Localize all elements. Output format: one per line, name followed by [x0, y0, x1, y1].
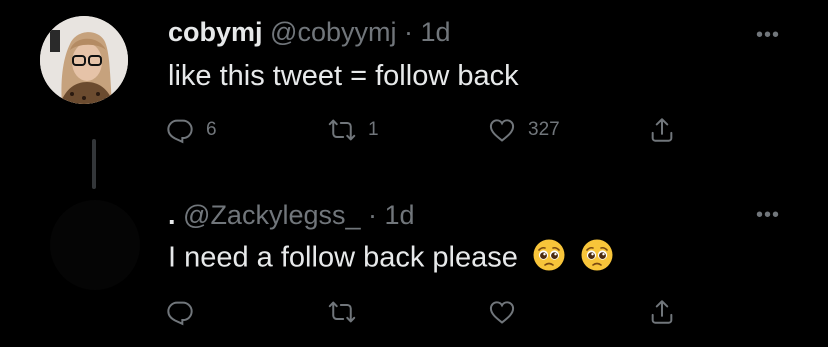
retweet-icon	[328, 301, 356, 323]
share-icon	[651, 300, 673, 324]
handle[interactable]: @Zackylegss_	[183, 200, 360, 230]
reply-button[interactable]	[166, 296, 194, 328]
tweet-text: I need a follow back please	[168, 241, 518, 274]
share-button[interactable]	[648, 114, 676, 146]
heart-icon	[489, 119, 515, 142]
action-bar	[166, 296, 686, 328]
thread-line	[92, 139, 96, 189]
like-count: 327	[528, 119, 560, 140]
tweet[interactable]: cobymj @cobyymj · 1d ••• like this tweet…	[0, 0, 828, 190]
reply-button[interactable]: 6	[166, 114, 217, 146]
tweet-header: . @Zackylegss_ · 1d	[168, 200, 415, 231]
tweet-header: cobymj @cobyymj · 1d	[168, 17, 451, 48]
reply-icon	[167, 119, 193, 144]
more-icon[interactable]: •••	[756, 204, 780, 227]
retweet-button[interactable]: 1	[328, 114, 379, 146]
display-name[interactable]: .	[168, 200, 176, 230]
action-bar: 6 1 327	[166, 114, 686, 146]
avatar[interactable]	[40, 16, 128, 104]
tweet-text-row: I need a follow back please	[168, 238, 614, 280]
avatar[interactable]	[50, 200, 140, 290]
share-button[interactable]	[648, 296, 676, 328]
like-button[interactable]	[488, 296, 516, 328]
retweet-icon	[328, 119, 356, 141]
heart-icon	[489, 301, 515, 324]
display-name[interactable]: cobymj	[168, 17, 263, 47]
pleading-face-emoji	[580, 238, 614, 280]
separator: ·	[368, 200, 378, 230]
reply-icon	[167, 301, 193, 326]
share-icon	[651, 118, 673, 142]
timestamp[interactable]: 1d	[421, 17, 451, 47]
handle[interactable]: @cobyymj	[270, 17, 396, 47]
reply-count: 6	[206, 119, 217, 140]
retweet-count: 1	[368, 119, 379, 140]
tweet[interactable]: . @Zackylegss_ · 1d ••• I need a follow …	[0, 190, 828, 347]
tweet-text: like this tweet = follow back	[168, 60, 519, 92]
more-icon[interactable]: •••	[756, 24, 780, 47]
pleading-face-emoji	[532, 238, 566, 280]
like-button[interactable]: 327	[488, 114, 560, 146]
timestamp[interactable]: 1d	[385, 200, 415, 230]
retweet-button[interactable]	[328, 296, 356, 328]
separator: ·	[404, 17, 413, 47]
